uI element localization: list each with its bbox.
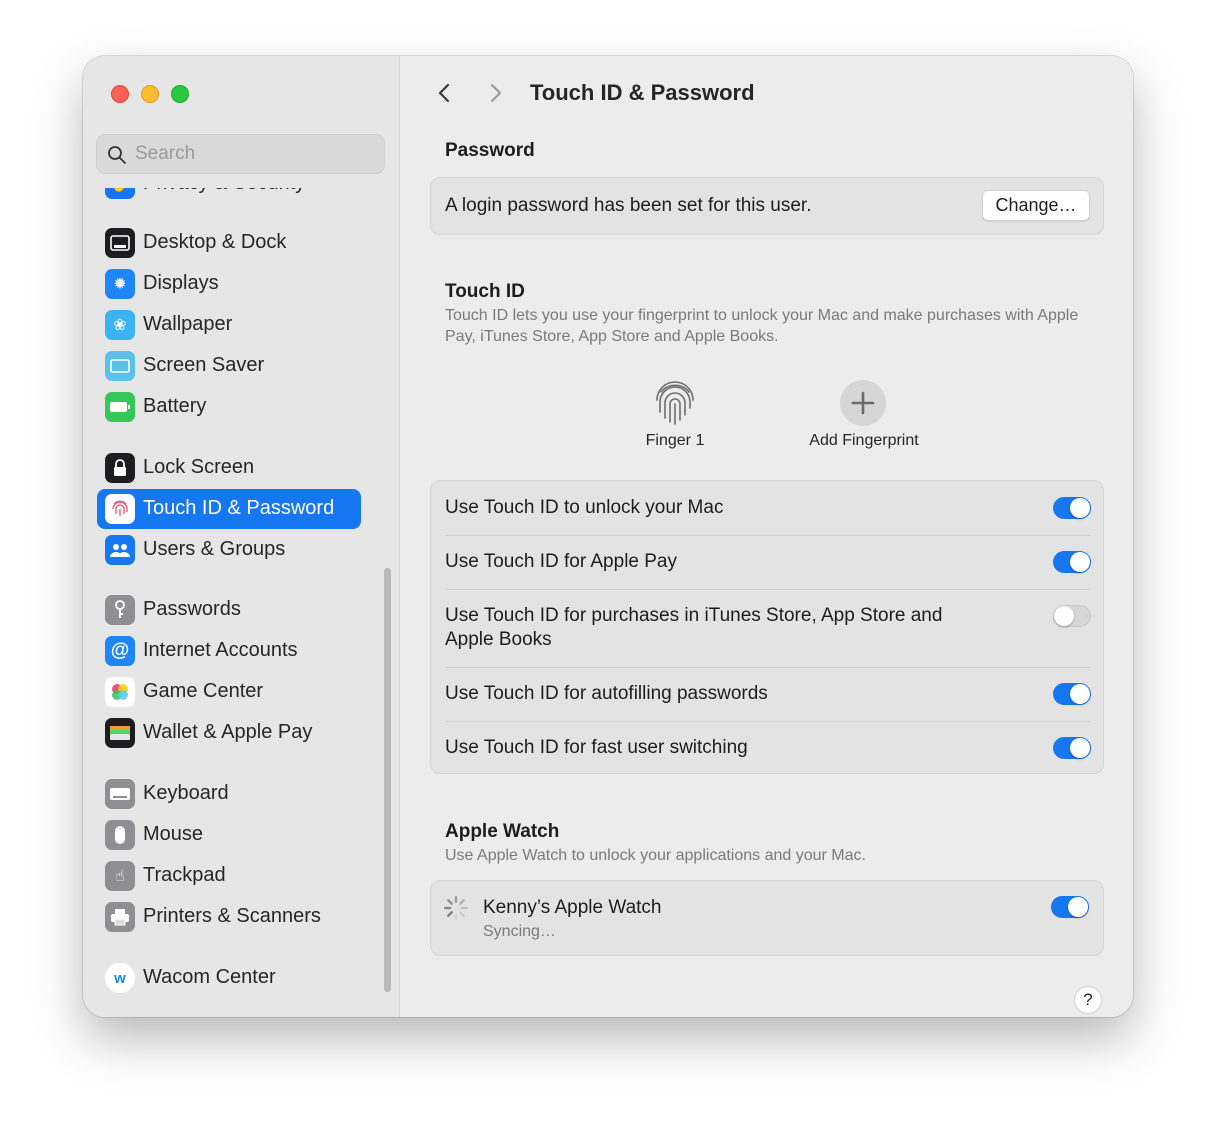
apple-watch-toggle[interactable] bbox=[1051, 896, 1089, 918]
password-heading: Password bbox=[445, 140, 535, 161]
apple-watch-description: Use Apple Watch to unlock your applicati… bbox=[445, 847, 866, 864]
syncing-spinner-icon bbox=[443, 895, 469, 921]
sidebar-item-keyboard[interactable]: Keyboard bbox=[97, 774, 361, 814]
main-pane: Touch ID & Password Password A login pas… bbox=[400, 56, 1133, 1017]
apple-watch-card: Kenny’s Apple Watch Syncing… bbox=[430, 880, 1104, 956]
sidebar-item-game-center[interactable]: Game Center bbox=[97, 672, 361, 712]
sidebar-item-displays[interactable]: ✹ Displays bbox=[97, 264, 361, 304]
password-status: A login password has been set for this u… bbox=[445, 195, 812, 216]
finger-1-tile[interactable] bbox=[650, 378, 700, 428]
touch-id-apple-pay-toggle[interactable] bbox=[1053, 551, 1091, 573]
touch-id-unlock-toggle[interactable] bbox=[1053, 497, 1091, 519]
search-field[interactable] bbox=[96, 134, 385, 174]
sidebar-item-wallpaper[interactable]: ❀ Wallpaper bbox=[97, 305, 361, 345]
key-icon bbox=[105, 595, 135, 625]
add-fingerprint-label: Add Fingerprint bbox=[809, 432, 919, 449]
sidebar-item-passwords[interactable]: Passwords bbox=[97, 590, 361, 630]
printer-icon bbox=[105, 902, 135, 932]
wallet-icon bbox=[105, 718, 135, 748]
touch-id-unlock-label: Use Touch ID to unlock your Mac bbox=[445, 497, 724, 518]
dock-icon bbox=[105, 228, 135, 258]
lock-icon bbox=[105, 453, 135, 483]
fingerprint-icon bbox=[656, 381, 694, 425]
touch-id-unlock-row: Use Touch ID to unlock your Mac bbox=[445, 481, 1091, 536]
sidebar-item-wallet-apple-pay[interactable]: Wallet & Apple Pay bbox=[97, 713, 361, 753]
sidebar-item-wacom-center[interactable]: w Wacom Center bbox=[97, 958, 361, 998]
touch-id-user-switching-toggle[interactable] bbox=[1053, 737, 1091, 759]
touch-id-description: Touch ID lets you use your fingerprint t… bbox=[445, 307, 1079, 345]
sidebar-item-screen-saver[interactable]: Screen Saver bbox=[97, 346, 361, 386]
touch-id-purchases-label: Use Touch ID for purchases in iTunes Sto… bbox=[445, 605, 943, 650]
zoom-window-button[interactable] bbox=[171, 85, 189, 103]
mouse-icon bbox=[105, 820, 135, 850]
touch-id-apple-pay-row: Use Touch ID for Apple Pay bbox=[445, 535, 1091, 590]
settings-window: ✋ Privacy & Security Desktop & Dock ✹ Di… bbox=[83, 56, 1133, 1017]
sidebar-item-lock-screen[interactable]: Lock Screen bbox=[97, 448, 361, 488]
screen-icon bbox=[105, 351, 135, 381]
touch-id-autofill-row: Use Touch ID for autofilling passwords bbox=[445, 667, 1091, 722]
help-button[interactable]: ? bbox=[1074, 986, 1102, 1014]
sidebar-item-mouse[interactable]: Mouse bbox=[97, 815, 361, 855]
sidebar-item-desktop-dock[interactable]: Desktop & Dock bbox=[97, 223, 361, 263]
touch-id-options-card: Use Touch ID to unlock your Mac Use Touc… bbox=[430, 480, 1104, 774]
apple-watch-device-status: Syncing… bbox=[483, 923, 556, 940]
sidebar: ✋ Privacy & Security Desktop & Dock ✹ Di… bbox=[83, 56, 400, 1017]
game-center-icon bbox=[105, 677, 135, 707]
apple-watch-heading: Apple Watch bbox=[445, 821, 560, 842]
fingerprint-icon bbox=[105, 494, 135, 524]
users-icon bbox=[105, 535, 135, 565]
sidebar-item-battery[interactable]: Battery bbox=[97, 387, 361, 427]
search-icon bbox=[108, 146, 126, 164]
forward-arrow-icon[interactable] bbox=[480, 78, 510, 108]
wacom-icon: w bbox=[105, 963, 135, 993]
apple-watch-device-name: Kenny’s Apple Watch bbox=[483, 897, 662, 918]
touch-id-autofill-label: Use Touch ID for autofilling passwords bbox=[445, 683, 768, 704]
sidebar-list: ✋ Privacy & Security Desktop & Dock ✹ Di… bbox=[83, 178, 399, 1017]
touch-id-purchases-toggle[interactable] bbox=[1053, 605, 1091, 627]
minimize-window-button[interactable] bbox=[141, 85, 159, 103]
sidebar-fade bbox=[83, 178, 399, 188]
close-window-button[interactable] bbox=[111, 85, 129, 103]
at-icon: @ bbox=[105, 636, 135, 666]
sidebar-item-touch-id-password[interactable]: Touch ID & Password bbox=[97, 489, 361, 529]
sidebar-scrollbar[interactable] bbox=[384, 568, 391, 992]
sidebar-item-printers-scanners[interactable]: Printers & Scanners bbox=[97, 897, 361, 937]
battery-icon bbox=[105, 392, 135, 422]
touch-id-user-switching-label: Use Touch ID for fast user switching bbox=[445, 737, 748, 758]
touch-id-user-switching-row: Use Touch ID for fast user switching bbox=[445, 721, 1091, 773]
add-fingerprint-button[interactable] bbox=[840, 380, 886, 426]
touch-id-heading: Touch ID bbox=[445, 281, 525, 302]
search-input[interactable] bbox=[135, 135, 365, 173]
password-card: A login password has been set for this u… bbox=[430, 177, 1104, 235]
flower-icon: ❀ bbox=[105, 310, 135, 340]
page-title: Touch ID & Password bbox=[530, 80, 755, 105]
sidebar-item-trackpad[interactable]: ☝ Trackpad bbox=[97, 856, 361, 896]
sun-icon: ✹ bbox=[105, 269, 135, 299]
plus-icon bbox=[851, 391, 875, 415]
sidebar-item-internet-accounts[interactable]: @ Internet Accounts bbox=[97, 631, 361, 671]
trackpad-icon: ☝ bbox=[105, 861, 135, 891]
touch-id-purchases-row: Use Touch ID for purchases in iTunes Sto… bbox=[445, 589, 1091, 668]
touch-id-autofill-toggle[interactable] bbox=[1053, 683, 1091, 705]
finger-1-label: Finger 1 bbox=[645, 432, 705, 449]
sidebar-item-users-groups[interactable]: Users & Groups bbox=[97, 530, 361, 570]
back-arrow-icon[interactable] bbox=[430, 78, 460, 108]
keyboard-icon bbox=[105, 779, 135, 809]
touch-id-apple-pay-label: Use Touch ID for Apple Pay bbox=[445, 551, 677, 572]
change-password-button[interactable]: Change… bbox=[982, 190, 1090, 221]
